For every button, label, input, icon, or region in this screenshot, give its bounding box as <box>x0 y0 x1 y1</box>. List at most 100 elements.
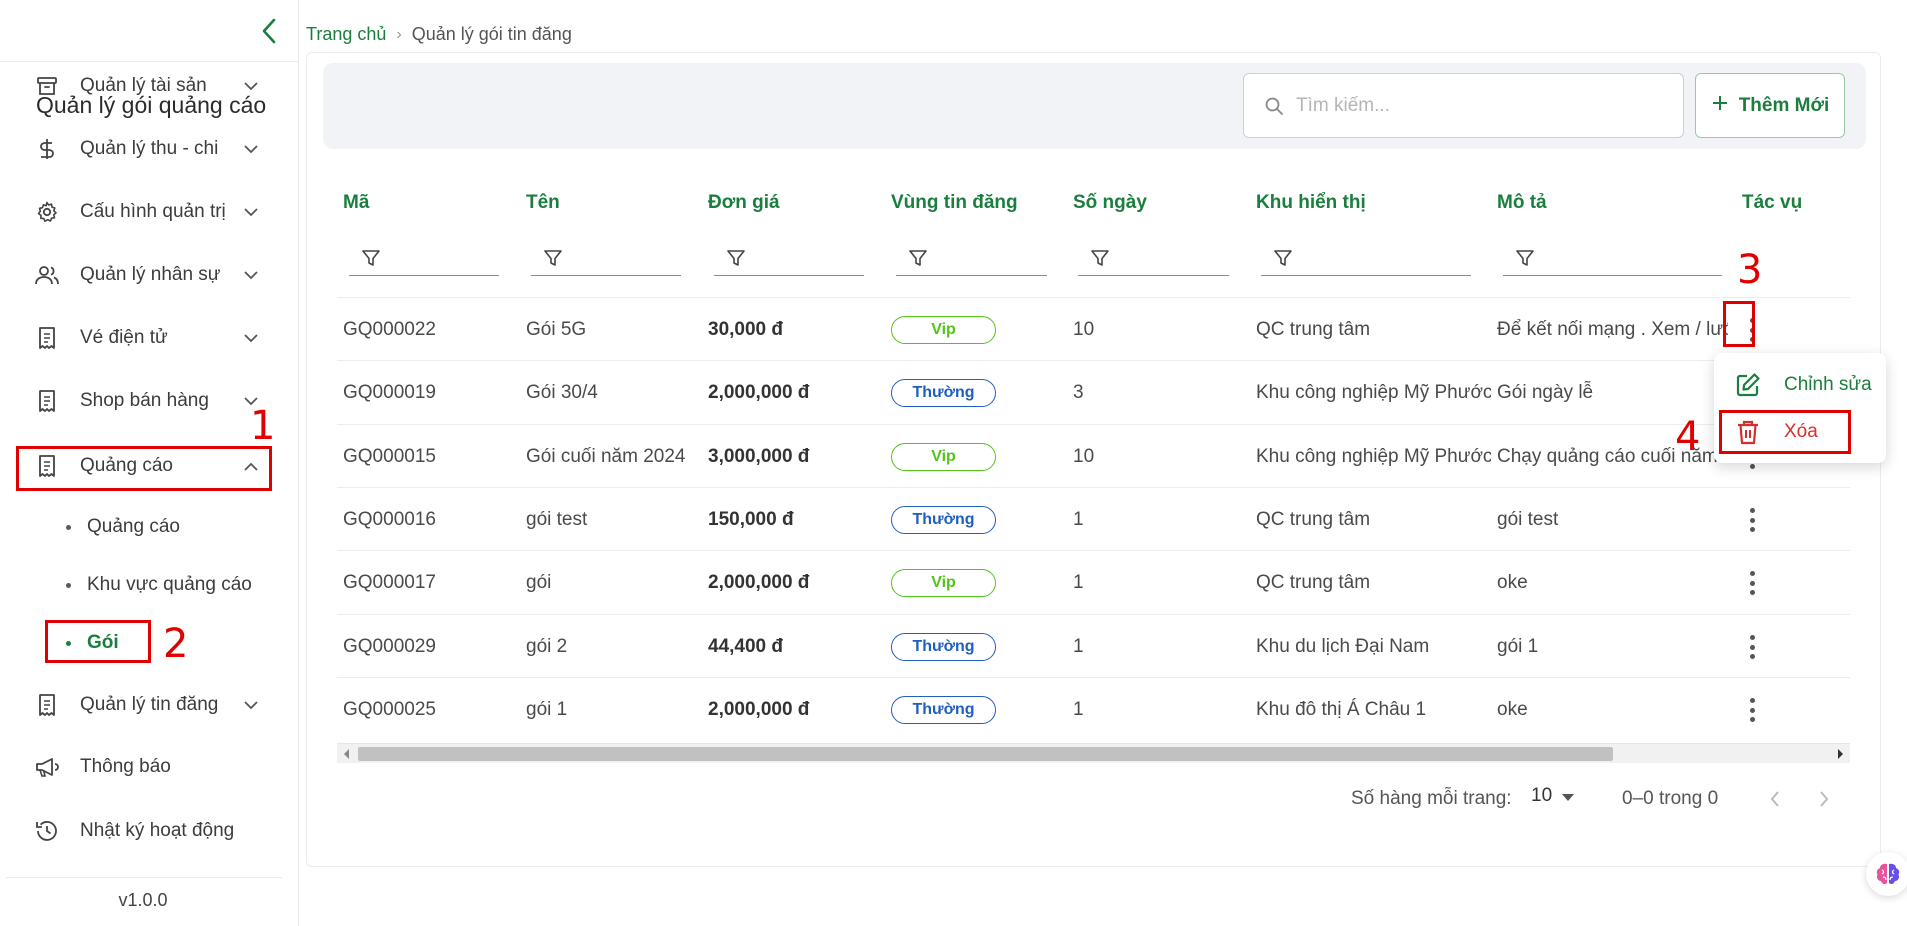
sidebar-item-label: Quản lý nhân sự <box>80 264 221 285</box>
column-header-ma[interactable]: Mã <box>343 192 369 214</box>
sidebar-item-ve-dien-tu[interactable]: Vé điện tử <box>0 313 299 363</box>
filter-icon <box>362 250 380 266</box>
sidebar-subitem-quang-cao[interactable]: Quảng cáo <box>0 505 299 549</box>
collapse-sidebar-button[interactable] <box>254 14 284 48</box>
status-badge: Vip <box>891 568 996 597</box>
sidebar-item-thong-bao[interactable]: Thông báo <box>0 742 299 792</box>
breadcrumb-home-link[interactable]: Trang chủ <box>306 24 386 45</box>
annotation-number-1: 1 <box>250 403 276 449</box>
cell-so-ngay: 1 <box>1073 635 1084 657</box>
column-header-don-gia[interactable]: Đơn giá <box>708 192 780 214</box>
column-header-so-ngay[interactable]: Số ngày <box>1073 192 1147 214</box>
pagination-range: 0–0 trong 0 <box>1622 788 1719 809</box>
column-header-mo-ta[interactable]: Mô tả <box>1497 192 1547 214</box>
cell-ten: gói 2 <box>526 635 568 657</box>
filter-icon <box>1091 250 1109 266</box>
cell-vung-tin-dang: Vip <box>891 298 1066 361</box>
row-actions-button[interactable] <box>1739 569 1765 597</box>
row-actions-button[interactable] <box>1739 696 1765 724</box>
cell-ma: GQ000022 <box>343 318 436 340</box>
cell-mo-ta: gói test <box>1497 508 1559 530</box>
filter-ten[interactable] <box>531 244 681 276</box>
sidebar-item-label: Thông báo <box>80 756 171 777</box>
filter-khu-hien-thi[interactable] <box>1261 244 1471 276</box>
scroll-right-arrow-icon[interactable] <box>1834 748 1846 760</box>
sidebar-item-quan-ly-tin-dang[interactable]: Quản lý tin đăng <box>0 680 299 730</box>
chevron-down-icon <box>242 329 260 347</box>
bullet-dot <box>66 524 71 530</box>
chevron-left-icon <box>1770 791 1779 807</box>
cell-so-ngay: 1 <box>1073 508 1084 530</box>
bullet-dot <box>66 582 71 588</box>
scroll-left-arrow-icon[interactable] <box>341 748 353 760</box>
filter-icon <box>1274 250 1292 266</box>
breadcrumb: Trang chủ › Quản lý gói tin đăng <box>306 24 572 45</box>
cell-khu-hien-thi: QC trung tâm <box>1256 508 1371 530</box>
cell-mo-ta: Để kết nối mạng . Xem / lướt <box>1497 318 1728 340</box>
rows-per-page-select[interactable]: 10 <box>1531 785 1575 807</box>
annotation-box-4 <box>1719 410 1851 454</box>
sidebar-subitem-label: Quảng cáo <box>87 516 180 537</box>
chevron-right-icon <box>1820 791 1829 807</box>
search-input[interactable] <box>1296 74 1671 137</box>
history-icon <box>34 818 60 844</box>
filter-so-ngay[interactable] <box>1078 244 1229 276</box>
sidebar-item-quan-ly-thu-chi[interactable]: Quản lý thu - chi <box>0 124 299 174</box>
cell-khu-hien-thi: QC trung tâm <box>1256 318 1371 340</box>
horizontal-scrollbar[interactable] <box>337 743 1850 763</box>
assistant-brain-button[interactable] <box>1866 852 1907 896</box>
cell-don-gia: 3,000,000 đ <box>708 445 810 467</box>
sidebar-item-quan-ly-nhan-su[interactable]: Quản lý nhân sự <box>0 250 299 300</box>
annotation-number-3: 3 <box>1737 247 1763 293</box>
add-new-button[interactable]: Thêm Mới <box>1695 73 1845 138</box>
row-actions-button[interactable] <box>1739 633 1765 661</box>
sidebar-item-label: Nhật ký hoạt động <box>80 820 235 841</box>
status-badge: Vip <box>891 442 996 471</box>
status-badge: Vip <box>891 315 996 344</box>
sidebar-subitem-khu-vuc-quang-cao[interactable]: Khu vực quảng cáo <box>0 563 299 607</box>
cell-mo-ta: oke <box>1497 571 1528 593</box>
edit-menu-label: Chỉnh sửa <box>1784 374 1872 395</box>
chevron-down-icon <box>242 203 260 221</box>
filter-vung-tin-dang[interactable] <box>896 244 1047 276</box>
cell-vung-tin-dang: Thường <box>891 488 1066 551</box>
gear-icon <box>34 199 60 225</box>
next-page-button[interactable] <box>1813 787 1835 811</box>
table-row: GQ000015 Gói cuối năm 2024 3,000,000 đ V… <box>337 424 1850 487</box>
filter-mo-ta[interactable] <box>1503 244 1722 276</box>
status-badge: Thường <box>891 695 996 724</box>
cell-khu-hien-thi: Khu công nghiệp Mỹ Phước <box>1256 381 1491 403</box>
edit-menu-item[interactable]: Chỉnh sửa <box>1714 362 1886 408</box>
version-label: v1.0.0 <box>118 890 168 910</box>
column-header-ten[interactable]: Tên <box>526 192 560 214</box>
annotation-box-2 <box>45 620 151 663</box>
edit-icon <box>1734 371 1762 399</box>
caret-down-icon <box>1562 785 1575 807</box>
column-header-vung-tin-dang[interactable]: Vùng tin đăng <box>891 192 1018 214</box>
scrollbar-thumb[interactable] <box>358 747 1613 761</box>
row-actions-button[interactable] <box>1739 506 1765 534</box>
page-title: Quản lý gói quảng cáo <box>36 92 267 118</box>
chevron-down-icon <box>242 140 260 158</box>
cell-vung-tin-dang: Thường <box>891 678 1066 741</box>
sidebar-item-cau-hinh-quan-tri[interactable]: Cấu hình quản trị <box>0 187 299 237</box>
table-row: GQ000022 Gói 5G 30,000 đ Vip 10 QC trung… <box>337 297 1850 360</box>
table-row: GQ000025 gói 1 2,000,000 đ Thường 1 Khu … <box>337 677 1850 740</box>
filter-icon <box>909 250 927 266</box>
cell-so-ngay: 1 <box>1073 698 1084 720</box>
column-header-khu-hien-thi[interactable]: Khu hiển thị <box>1256 192 1366 214</box>
cell-ten: Gói 5G <box>526 318 587 340</box>
megaphone-icon <box>34 754 60 780</box>
dollar-icon <box>34 136 60 162</box>
chevron-down-icon <box>242 696 260 714</box>
cell-ma: GQ000029 <box>343 635 436 657</box>
prev-page-button[interactable] <box>1764 787 1786 811</box>
plus-icon <box>1711 94 1729 118</box>
cell-vung-tin-dang: Vip <box>891 551 1066 614</box>
filter-don-gia[interactable] <box>714 244 864 276</box>
search-icon <box>1264 96 1284 121</box>
cell-don-gia: 2,000,000 đ <box>708 698 810 720</box>
filter-ma[interactable] <box>349 244 499 276</box>
breadcrumb-separator-icon: › <box>396 25 402 43</box>
sidebar-item-nhat-ky-hoat-dong[interactable]: Nhật ký hoạt động <box>0 806 299 856</box>
